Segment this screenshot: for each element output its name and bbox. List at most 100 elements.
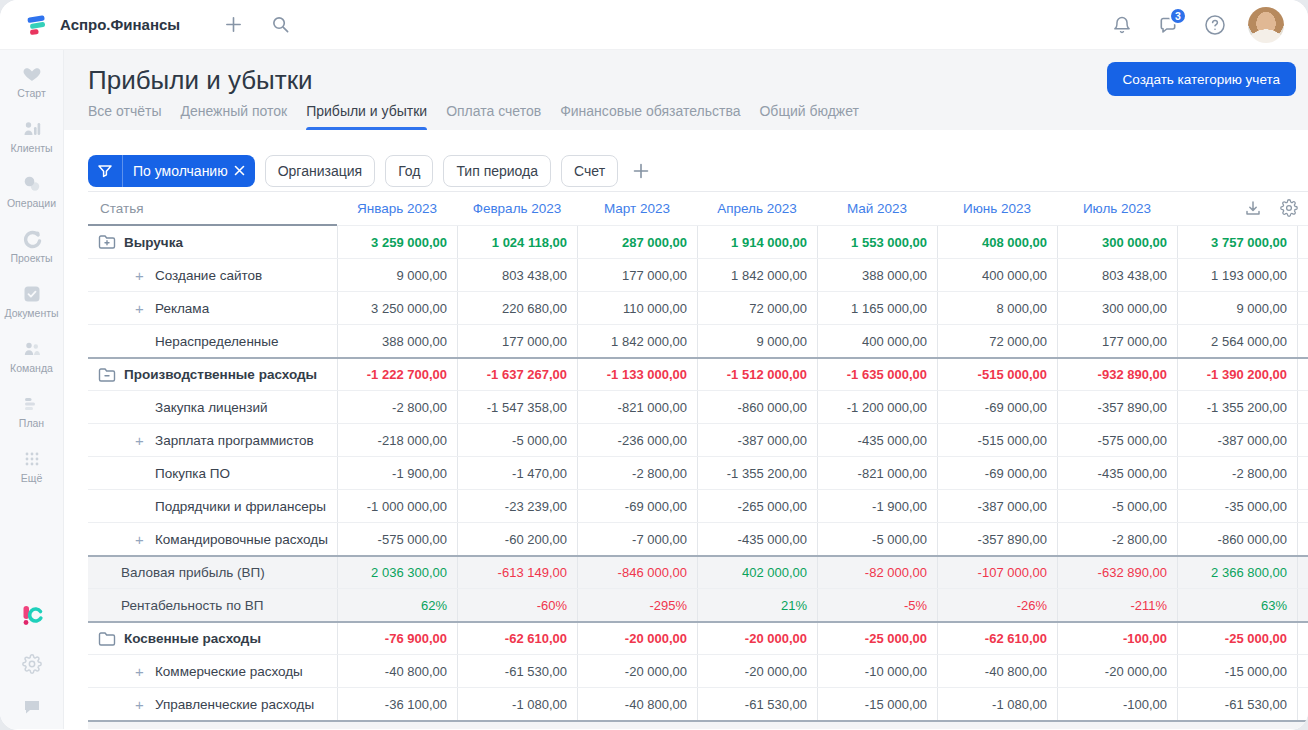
expand-plus-icon[interactable]: + (135, 531, 147, 548)
value-cell: -5% (817, 589, 937, 621)
value-cell: 3 259 000,00 (337, 226, 457, 258)
sidebar-item-team[interactable]: Команда (0, 329, 63, 384)
folder-plus-icon[interactable] (98, 234, 116, 250)
table-row[interactable]: +Реклама3 250 000,00220 680,00110 000,00… (88, 291, 1308, 324)
table-row[interactable]: +Коммерческие расходы-40 800,00-61 530,0… (88, 654, 1308, 687)
filter-funnel-icon[interactable] (88, 155, 123, 187)
expand-plus-icon[interactable]: + (135, 300, 147, 317)
table-header-row: Статья Январь 2023Февраль 2023Март 2023А… (88, 192, 1308, 225)
tab-все-отчёты[interactable]: Все отчёты (88, 103, 161, 130)
row-sliver (1297, 557, 1308, 588)
sidebar-item-more[interactable]: Ещё (0, 439, 63, 494)
table-row[interactable]: +Управленческие расходы-36 100,00-1 080,… (88, 687, 1308, 720)
row-sliver (1297, 490, 1308, 522)
filter-chip[interactable]: Счет (561, 155, 618, 187)
value-cell: 408 000,00 (937, 226, 1057, 258)
sidebar-item-label: Проекты (10, 252, 52, 264)
tab-денежный-поток[interactable]: Денежный поток (180, 103, 287, 130)
tab-общий-бюджет[interactable]: Общий бюджет (759, 103, 858, 130)
row-sliver (1297, 523, 1308, 555)
table-row[interactable]: Подрядчики и фрилансеры-1 000 000,00-23 … (88, 489, 1308, 522)
table-row[interactable]: Нераспределенные388 000,00177 000,001 84… (88, 324, 1308, 357)
table-row[interactable]: Валовая прибыль (ВП)2 036 300,00-613 149… (88, 555, 1308, 588)
tab-оплата-счетов[interactable]: Оплата счетов (446, 103, 541, 130)
value-cell: -61 530,00 (1177, 688, 1297, 720)
row-label-cell: Подрядчики и фрилансеры (88, 490, 337, 522)
support-chat-icon[interactable] (22, 697, 42, 717)
add-filter-icon[interactable] (631, 161, 651, 181)
value-cell: -218 000,00 (337, 424, 457, 456)
table-row[interactable]: Покупка ПО-1 900,00-1 470,00-2 800,00-1 … (88, 456, 1308, 489)
table-row[interactable]: Закупка лицензий-2 800,00-1 547 358,00-8… (88, 390, 1308, 423)
notifications-bell-icon[interactable] (1112, 15, 1132, 35)
value-cell: 2 564 000,00 (1177, 325, 1297, 357)
search-icon[interactable] (271, 15, 290, 34)
value-cell: -236 000,00 (577, 424, 697, 456)
row-sliver (1297, 325, 1308, 357)
expand-plus-icon[interactable]: + (135, 432, 147, 449)
value-cell: 177 000,00 (577, 259, 697, 291)
sidebar-item-documents[interactable]: Документы (0, 274, 63, 329)
value-cell: -387 000,00 (697, 424, 817, 456)
table-row[interactable]: +Создание сайтов9 000,00803 438,00177 00… (88, 258, 1308, 291)
value-cell: -515 000,00 (937, 424, 1057, 456)
sidebar-item-clients[interactable]: Клиенты (0, 109, 63, 164)
sidebar-item-operations[interactable]: Операции (0, 164, 63, 219)
table-settings-gear-icon[interactable] (1280, 199, 1298, 221)
value-cell: -26% (937, 589, 1057, 621)
tab-финансовые-обязательства[interactable]: Финансовые обязательства (560, 103, 740, 130)
sidebar-item-projects[interactable]: Проекты (0, 219, 63, 274)
table-row[interactable]: Косвенные расходы-76 900,00-62 610,00-20… (88, 621, 1308, 654)
messages-icon[interactable]: 3 (1158, 15, 1178, 35)
value-cell: -40 800,00 (937, 655, 1057, 687)
settings-gear-icon[interactable] (22, 654, 42, 674)
row-sliver (1297, 424, 1308, 456)
filter-clear-icon[interactable] (234, 165, 255, 176)
expand-plus-icon[interactable]: + (135, 696, 147, 713)
row-sliver (1297, 226, 1308, 258)
value-cell: -69 000,00 (577, 490, 697, 522)
expand-plus-icon[interactable]: + (135, 663, 147, 680)
aspro-cloud-logo-icon[interactable] (20, 603, 44, 631)
value-cell: -632 890,00 (1057, 557, 1177, 588)
table-row[interactable]: +Командировочные расходы-575 000,00-60 2… (88, 522, 1308, 555)
avatar[interactable] (1248, 7, 1284, 43)
value-cell: -107 000,00 (937, 557, 1057, 588)
value-cell: -1 000 000,00 (337, 490, 457, 522)
month-column-header: Апрель 2023 (697, 192, 817, 225)
expand-plus-icon[interactable]: + (135, 267, 147, 284)
value-cell: -613 149,00 (457, 557, 577, 588)
table-row[interactable]: +Зарплата программистов-218 000,00-5 000… (88, 423, 1308, 456)
folder-icon[interactable] (98, 631, 116, 647)
folder-minus-icon[interactable] (98, 367, 116, 383)
table-row[interactable]: Выручка3 259 000,001 024 118,00287 000,0… (88, 225, 1308, 258)
download-icon[interactable] (1244, 199, 1262, 221)
value-cell: -1 635 000,00 (817, 359, 937, 390)
create-category-button[interactable]: Создать категорию учета (1107, 62, 1296, 96)
value-cell: -435 000,00 (1057, 457, 1177, 489)
sidebar-item-label: Документы (4, 307, 58, 319)
month-column-header: Февраль 2023 (457, 192, 577, 225)
table-row[interactable]: Производственные расходы-1 222 700,00-1 … (88, 357, 1308, 390)
row-label-cell: Закупка лицензий (88, 391, 337, 423)
sidebar-item-start[interactable]: Старт (0, 54, 63, 109)
tab-прибыли-и-убытки[interactable]: Прибыли и убытки (306, 103, 427, 130)
plan-icon (22, 394, 42, 414)
filter-chip[interactable]: Организация (265, 155, 375, 187)
filter-chip[interactable]: Год (385, 155, 433, 187)
add-icon[interactable] (224, 15, 243, 34)
value-cell: -69 000,00 (937, 457, 1057, 489)
filter-default-chip[interactable]: По умолчанию (88, 155, 255, 187)
filter-chip[interactable]: Тип периода (443, 155, 551, 187)
value-cell: -357 890,00 (1057, 391, 1177, 423)
sidebar-item-plan[interactable]: План (0, 384, 63, 439)
page-header: Прибыли и убытки Создать категорию учета… (64, 50, 1308, 130)
help-icon[interactable] (1204, 14, 1226, 36)
value-cell: -2 800,00 (337, 391, 457, 423)
table-row[interactable]: Рентабельность по ВП62%-60%-295%21%-5%-2… (88, 588, 1308, 621)
sidebar: СтартКлиентыОперации Проекты Документы Кома… (0, 50, 64, 729)
value-cell: -61 530,00 (697, 688, 817, 720)
row-label: Коммерческие расходы (155, 664, 303, 679)
value-cell: -60% (457, 589, 577, 621)
month-column-header: Май 2023 (817, 192, 937, 225)
